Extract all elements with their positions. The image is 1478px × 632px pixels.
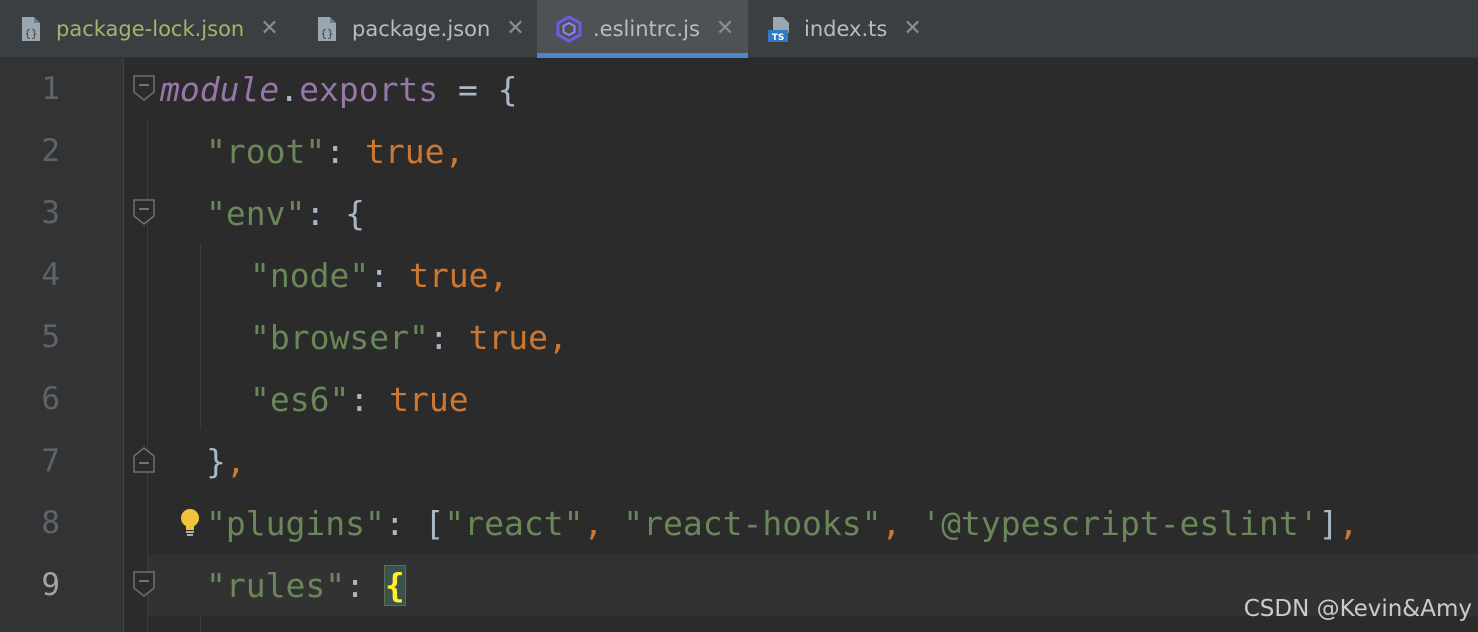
- fold-collapse-icon[interactable]: [133, 571, 155, 597]
- code-token: ]: [1318, 504, 1339, 543]
- code-token: '@typescript-eslint': [921, 504, 1319, 543]
- code-line-area[interactable]: "node": true,: [148, 244, 1478, 306]
- json-file-icon: {}: [18, 15, 46, 43]
- code-text: "browser": true,: [250, 318, 568, 357]
- code-token: ,: [444, 132, 465, 171]
- code-token: "react": [444, 504, 584, 543]
- code-token: module: [160, 70, 280, 109]
- tab-index-ts[interactable]: TS index.ts ✕: [748, 0, 938, 58]
- code-line[interactable]: }, 7: [0, 430, 1478, 492]
- code-line[interactable]: "env": { 3: [0, 182, 1478, 244]
- code-token: :: [349, 380, 390, 419]
- tab-package-lock-json[interactable]: {} package-lock.json ✕: [0, 0, 290, 58]
- code-line[interactable]: module.exports = { 1: [0, 58, 1478, 120]
- line-number: 6: [41, 381, 60, 417]
- code-token: ,: [1338, 504, 1359, 543]
- code-line[interactable]: "browser": true, 5: [0, 306, 1478, 368]
- code-line-area[interactable]: "env": {: [148, 182, 1478, 244]
- code-token: ,: [548, 318, 568, 357]
- close-icon[interactable]: ✕: [903, 18, 921, 40]
- code-token: true: [364, 132, 445, 171]
- tab-eslintrc-js[interactable]: .eslintrc.js ✕: [537, 0, 748, 58]
- code-line-area[interactable]: "es6": true: [148, 368, 1478, 430]
- close-icon[interactable]: ✕: [506, 18, 524, 40]
- code-token: "browser": [250, 318, 429, 357]
- eslint-icon: [555, 15, 583, 43]
- line-number: 5: [41, 319, 60, 355]
- code-line[interactable]: "node": true, 4: [0, 244, 1478, 306]
- tab-package-json[interactable]: {} package.json ✕: [296, 0, 536, 58]
- code-text: "env": {: [206, 194, 365, 233]
- code-token: true: [389, 380, 469, 419]
- code-token: "env": [206, 194, 306, 233]
- line-number: 7: [41, 443, 60, 479]
- code-token: }: [206, 442, 226, 481]
- fold-collapse-icon[interactable]: [133, 199, 155, 225]
- code-text: "plugins": ["react", "react-hooks", '@ty…: [206, 504, 1358, 543]
- lightbulb-icon[interactable]: [176, 506, 204, 540]
- svg-text:TS: TS: [772, 33, 785, 43]
- code-token: "react-hooks": [623, 504, 882, 543]
- fold-collapse-icon[interactable]: [133, 75, 155, 101]
- editor-tab-bar: {} package-lock.json ✕ {} package.json ✕…: [0, 0, 1478, 58]
- code-token: "es6": [250, 380, 350, 419]
- svg-text:{}: {}: [320, 27, 333, 40]
- line-number: 1: [41, 71, 60, 107]
- code-text: },: [206, 442, 246, 481]
- code-line-area[interactable]: "browser": true,: [148, 306, 1478, 368]
- json-file-icon: {}: [314, 15, 342, 43]
- code-token: ,: [488, 256, 509, 295]
- svg-text:{}: {}: [24, 27, 37, 40]
- code-text: "node": true,: [250, 256, 508, 295]
- watermark: CSDN @Kevin&Amy: [1243, 596, 1472, 622]
- code-token: true: [468, 318, 549, 357]
- typescript-file-icon: TS: [766, 15, 794, 43]
- line-number: 8: [41, 505, 60, 541]
- code-token: :: [345, 566, 385, 605]
- line-number: 3: [41, 195, 60, 231]
- code-line[interactable]: "plugins": ["react", "react-hooks", '@ty…: [0, 492, 1478, 554]
- code-token: "root": [206, 132, 326, 171]
- code-token: : {: [305, 194, 365, 233]
- code-text: "rules": {: [206, 565, 406, 606]
- line-number: 2: [41, 133, 60, 169]
- line-number: 4: [41, 257, 60, 293]
- code-token: ,: [225, 442, 246, 481]
- code-token: "plugins": [206, 504, 385, 543]
- close-icon[interactable]: ✕: [716, 18, 734, 40]
- code-token: "node": [250, 256, 370, 295]
- code-editor[interactable]: module.exports = { 1 "root": true, 2 "en…: [0, 58, 1478, 632]
- line-number: 9: [41, 567, 60, 603]
- code-line-area[interactable]: },: [148, 430, 1478, 492]
- code-token: "rules": [206, 566, 346, 605]
- matched-brace: {: [383, 565, 406, 606]
- tab-label: index.ts: [804, 17, 888, 41]
- code-token: = {: [438, 70, 518, 109]
- code-token: ,: [583, 504, 624, 543]
- code-text: module.exports = {: [160, 70, 518, 109]
- tab-label: package-lock.json: [56, 17, 245, 41]
- close-icon[interactable]: ✕: [260, 18, 278, 40]
- code-token: :: [325, 132, 365, 171]
- code-token: :: [369, 256, 409, 295]
- code-token: : [: [384, 504, 445, 543]
- tab-label: .eslintrc.js: [593, 17, 700, 41]
- code-text: "root": true,: [206, 132, 464, 171]
- code-text: "es6": true: [250, 380, 469, 419]
- code-line-area[interactable]: "root": true,: [148, 120, 1478, 182]
- code-line[interactable]: "root": true, 2: [0, 120, 1478, 182]
- indent-guide: [200, 616, 201, 632]
- fold-end-icon[interactable]: [133, 447, 155, 473]
- code-token: ,: [881, 504, 922, 543]
- code-token: .: [279, 70, 300, 109]
- code-line[interactable]: "es6": true 6: [0, 368, 1478, 430]
- code-token: exports: [299, 70, 439, 109]
- code-token: :: [428, 318, 469, 357]
- code-line-area[interactable]: "plugins": ["react", "react-hooks", '@ty…: [148, 492, 1478, 554]
- tab-label: package.json: [352, 17, 491, 41]
- code-line-area[interactable]: module.exports = {: [148, 58, 1478, 120]
- code-token: true: [408, 256, 489, 295]
